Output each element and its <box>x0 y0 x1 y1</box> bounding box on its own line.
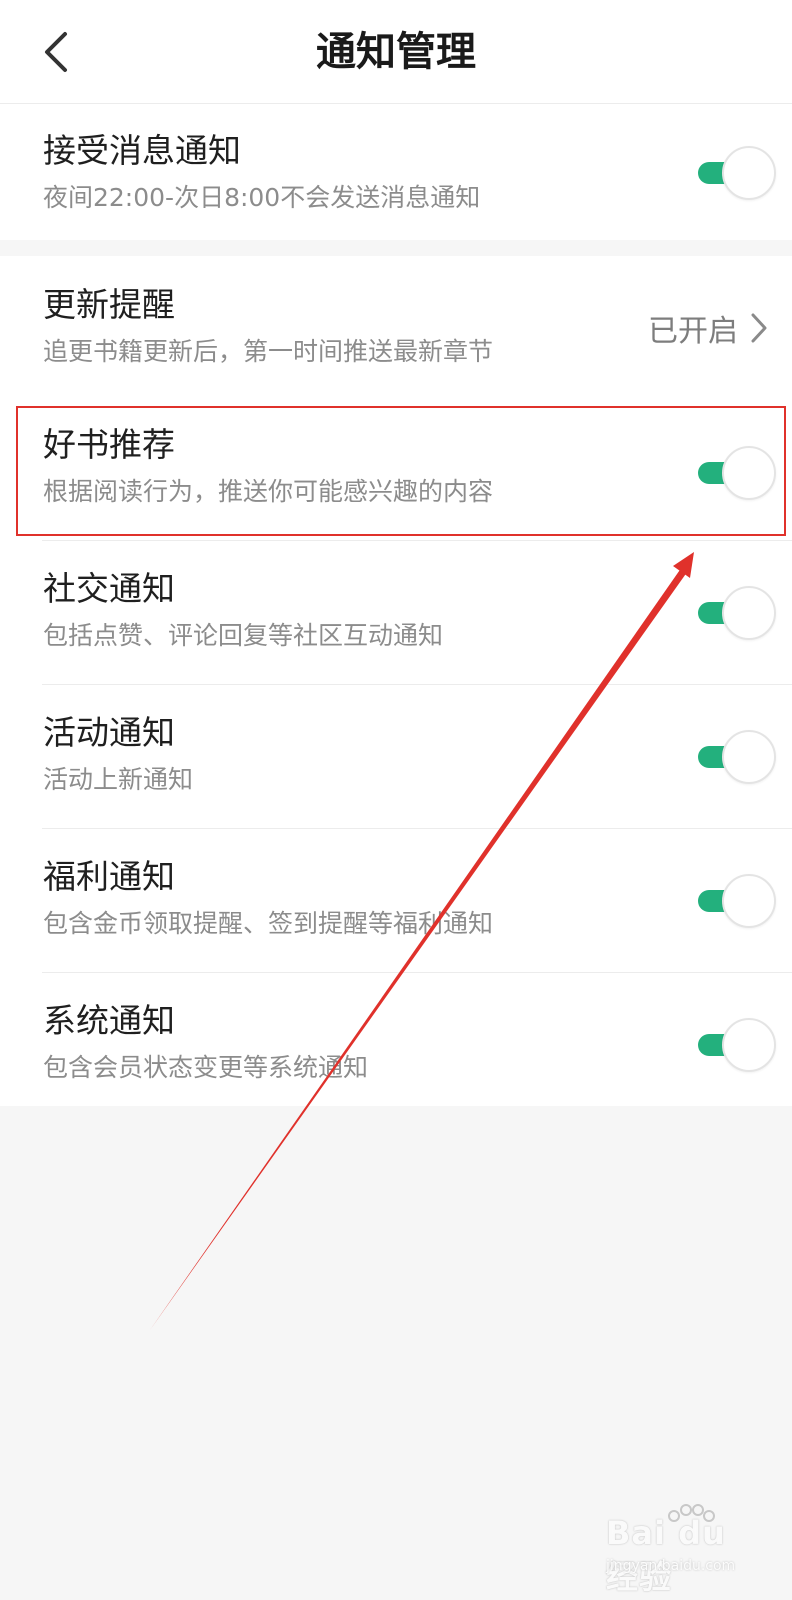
setting-title: 好书推荐 <box>43 425 175 464</box>
section-notification-types: 更新提醒 追更书籍更新后，第一时间推送最新章节 已开启 好书推荐 根据阅读行为，… <box>0 256 792 1106</box>
setting-row-recommend: 好书推荐 根据阅读行为，推送你可能感兴趣的内容 <box>0 396 792 540</box>
toggle-knob <box>722 146 776 200</box>
setting-title: 社交通知 <box>43 569 175 608</box>
setting-subtitle: 活动上新通知 <box>43 765 194 794</box>
system-toggle[interactable] <box>698 1018 776 1072</box>
watermark-url: jingyan.baidu.com <box>606 1558 736 1574</box>
chevron-right-icon <box>751 313 767 343</box>
receive-toggle[interactable] <box>698 146 776 200</box>
update-status-link[interactable]: 已开启 <box>648 306 768 350</box>
social-toggle[interactable] <box>698 586 776 640</box>
setting-title: 接受消息通知 <box>43 131 241 170</box>
welfare-toggle[interactable] <box>698 874 776 928</box>
status-text: 已开启 <box>648 314 738 349</box>
setting-row-activity: 活动通知 活动上新通知 <box>0 684 792 828</box>
toggle-knob <box>722 1018 776 1072</box>
setting-subtitle: 包含金币领取提醒、签到提醒等福利通知 <box>43 909 494 938</box>
setting-row-update[interactable]: 更新提醒 追更书籍更新后，第一时间推送最新章节 已开启 <box>0 256 792 400</box>
toggle-knob <box>722 586 776 640</box>
header-bar: 通知管理 <box>0 0 792 104</box>
setting-subtitle: 包括点赞、评论回复等社区互动通知 <box>43 621 444 650</box>
setting-title: 活动通知 <box>43 713 175 752</box>
setting-subtitle: 根据阅读行为，推送你可能感兴趣的内容 <box>43 477 494 506</box>
setting-subtitle: 追更书籍更新后，第一时间推送最新章节 <box>43 337 494 366</box>
setting-title: 福利通知 <box>43 857 175 896</box>
setting-subtitle: 夜间22:00-次日8:00不会发送消息通知 <box>43 183 481 212</box>
section-receive: 接受消息通知 夜间22:00-次日8:00不会发送消息通知 <box>0 104 792 240</box>
setting-title: 更新提醒 <box>43 285 175 324</box>
baidu-watermark: Bai du 经验 jingyan.baidu.com <box>604 1504 754 1596</box>
setting-subtitle: 包含会员状态变更等系统通知 <box>43 1053 369 1082</box>
toggle-knob <box>722 874 776 928</box>
toggle-knob <box>722 446 776 500</box>
page-title: 通知管理 <box>316 29 476 75</box>
toggle-knob <box>722 730 776 784</box>
setting-row-welfare: 福利通知 包含金币领取提醒、签到提醒等福利通知 <box>0 828 792 972</box>
activity-toggle[interactable] <box>698 730 776 784</box>
setting-row-receive: 接受消息通知 夜间22:00-次日8:00不会发送消息通知 <box>0 104 792 240</box>
recommend-toggle[interactable] <box>698 446 776 500</box>
setting-row-social: 社交通知 包括点赞、评论回复等社区互动通知 <box>0 540 792 684</box>
setting-title: 系统通知 <box>43 1001 175 1040</box>
watermark-text: Bai du 经验 <box>606 1514 726 1596</box>
setting-row-system: 系统通知 包含会员状态变更等系统通知 <box>0 972 792 1116</box>
